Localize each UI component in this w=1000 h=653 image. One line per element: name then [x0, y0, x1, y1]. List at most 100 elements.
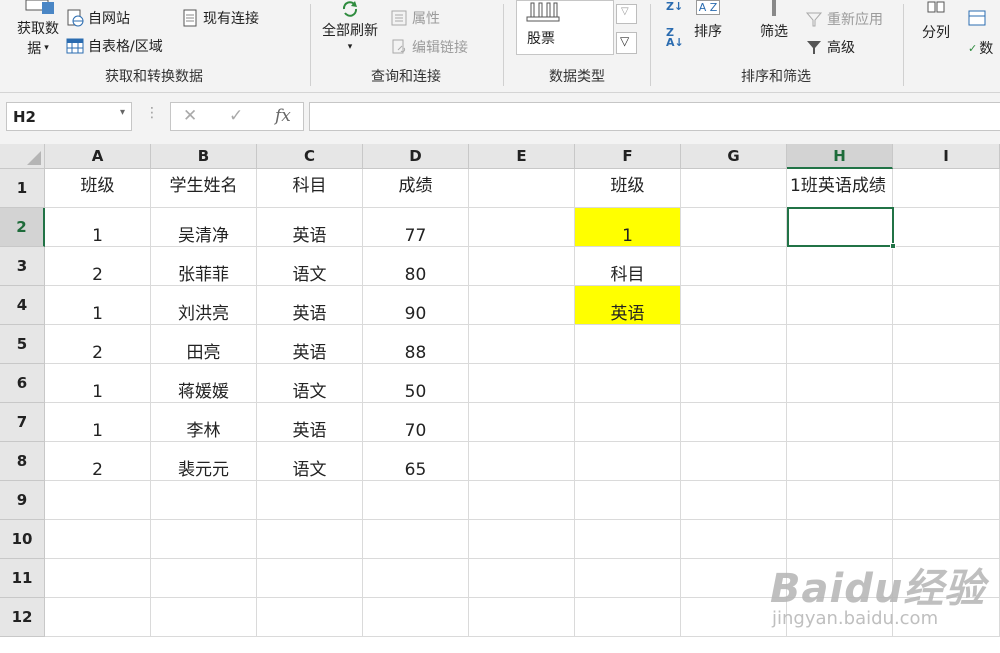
sort-button[interactable]: A Z 排序: [694, 0, 722, 41]
cell-b5[interactable]: 田亮: [151, 325, 257, 364]
cell-f9[interactable]: [575, 481, 681, 520]
cell-a9[interactable]: [45, 481, 151, 520]
select-all-button[interactable]: [0, 144, 45, 169]
cell-f8[interactable]: [575, 442, 681, 481]
cell-g2[interactable]: [681, 208, 787, 247]
data-type-scroll-down[interactable]: ▽: [616, 4, 637, 24]
cell-f2[interactable]: 1: [575, 208, 681, 247]
cell-f7[interactable]: [575, 403, 681, 442]
cell-b11[interactable]: [151, 559, 257, 598]
column-header-e[interactable]: E: [469, 144, 575, 169]
from-table-button[interactable]: 自表格/区域: [66, 36, 163, 56]
chevron-down-icon[interactable]: ▾: [120, 107, 125, 118]
name-box[interactable]: H2 ▾: [6, 102, 132, 131]
text-to-columns-button[interactable]: 分列: [922, 0, 950, 42]
cell-g11[interactable]: [681, 559, 787, 598]
cell-d6[interactable]: 50: [363, 364, 469, 403]
cell-a3[interactable]: 2: [45, 247, 151, 286]
cell-b1[interactable]: 学生姓名: [151, 169, 257, 208]
data-type-more-button[interactable]: ▽: [616, 32, 637, 54]
resize-handle[interactable]: ⋮: [145, 105, 159, 121]
row-header-6[interactable]: 6: [0, 364, 45, 403]
row-header-3[interactable]: 3: [0, 247, 45, 286]
cell-h1[interactable]: 1班英语成绩: [787, 169, 893, 208]
row-header-10[interactable]: 10: [0, 520, 45, 559]
cell-h4[interactable]: [787, 286, 893, 325]
cell-g8[interactable]: [681, 442, 787, 481]
cell-i6[interactable]: [893, 364, 1000, 403]
cell-c2[interactable]: 英语: [257, 208, 363, 247]
cell-i2[interactable]: [893, 208, 1000, 247]
cell-i7[interactable]: [893, 403, 1000, 442]
cell-e7[interactable]: [469, 403, 575, 442]
cell-c6[interactable]: 语文: [257, 364, 363, 403]
cell-d10[interactable]: [363, 520, 469, 559]
row-header-11[interactable]: 11: [0, 559, 45, 598]
cell-a10[interactable]: [45, 520, 151, 559]
cell-e10[interactable]: [469, 520, 575, 559]
cell-a5[interactable]: 2: [45, 325, 151, 364]
cell-f11[interactable]: [575, 559, 681, 598]
edit-links-button[interactable]: 编辑链接: [390, 37, 468, 57]
cell-d5[interactable]: 88: [363, 325, 469, 364]
reapply-button[interactable]: 重新应用: [805, 9, 883, 29]
cell-i9[interactable]: [893, 481, 1000, 520]
column-header-f[interactable]: F: [575, 144, 681, 169]
column-header-c[interactable]: C: [257, 144, 363, 169]
cell-g7[interactable]: [681, 403, 787, 442]
column-header-a[interactable]: A: [45, 144, 151, 169]
stock-data-type-button[interactable]: 股票: [516, 0, 614, 55]
cell-b7[interactable]: 李林: [151, 403, 257, 442]
cell-a4[interactable]: 1: [45, 286, 151, 325]
cell-d2[interactable]: 77: [363, 208, 469, 247]
cell-b8[interactable]: 裴元元: [151, 442, 257, 481]
cell-d4[interactable]: 90: [363, 286, 469, 325]
cell-e1[interactable]: [469, 169, 575, 208]
cell-h10[interactable]: [787, 520, 893, 559]
cell-i4[interactable]: [893, 286, 1000, 325]
column-header-g[interactable]: G: [681, 144, 787, 169]
cell-d8[interactable]: 65: [363, 442, 469, 481]
row-header-7[interactable]: 7: [0, 403, 45, 442]
properties-button[interactable]: 属性: [390, 8, 440, 28]
cell-b12[interactable]: [151, 598, 257, 637]
cell-c11[interactable]: [257, 559, 363, 598]
cell-c3[interactable]: 语文: [257, 247, 363, 286]
cell-h9[interactable]: [787, 481, 893, 520]
from-web-button[interactable]: 自网站: [66, 8, 130, 28]
cell-f4[interactable]: 英语: [575, 286, 681, 325]
cell-f10[interactable]: [575, 520, 681, 559]
cell-d1[interactable]: 成绩: [363, 169, 469, 208]
column-header-b[interactable]: B: [151, 144, 257, 169]
column-header-d[interactable]: D: [363, 144, 469, 169]
cell-c5[interactable]: 英语: [257, 325, 363, 364]
column-header-h[interactable]: H: [787, 144, 893, 169]
cell-i1[interactable]: [893, 169, 1000, 208]
data-tools-button[interactable]: ✓ 数: [968, 10, 993, 58]
cell-d7[interactable]: 70: [363, 403, 469, 442]
row-header-8[interactable]: 8: [0, 442, 45, 481]
cell-d11[interactable]: [363, 559, 469, 598]
cell-g5[interactable]: [681, 325, 787, 364]
cell-b6[interactable]: 蒋媛媛: [151, 364, 257, 403]
cell-c1[interactable]: 科目: [257, 169, 363, 208]
cell-g1[interactable]: [681, 169, 787, 208]
row-header-5[interactable]: 5: [0, 325, 45, 364]
cell-f5[interactable]: [575, 325, 681, 364]
cell-c9[interactable]: [257, 481, 363, 520]
cell-a2[interactable]: 1: [45, 208, 151, 247]
cell-g6[interactable]: [681, 364, 787, 403]
cell-e5[interactable]: [469, 325, 575, 364]
cell-h3[interactable]: [787, 247, 893, 286]
cell-h8[interactable]: [787, 442, 893, 481]
cell-i10[interactable]: [893, 520, 1000, 559]
cell-d9[interactable]: [363, 481, 469, 520]
cell-g3[interactable]: [681, 247, 787, 286]
cell-c4[interactable]: 英语: [257, 286, 363, 325]
cell-i11[interactable]: [893, 559, 1000, 598]
cell-i3[interactable]: [893, 247, 1000, 286]
column-header-i[interactable]: I: [893, 144, 1000, 169]
cell-g9[interactable]: [681, 481, 787, 520]
cell-f3[interactable]: 科目: [575, 247, 681, 286]
cell-h5[interactable]: [787, 325, 893, 364]
